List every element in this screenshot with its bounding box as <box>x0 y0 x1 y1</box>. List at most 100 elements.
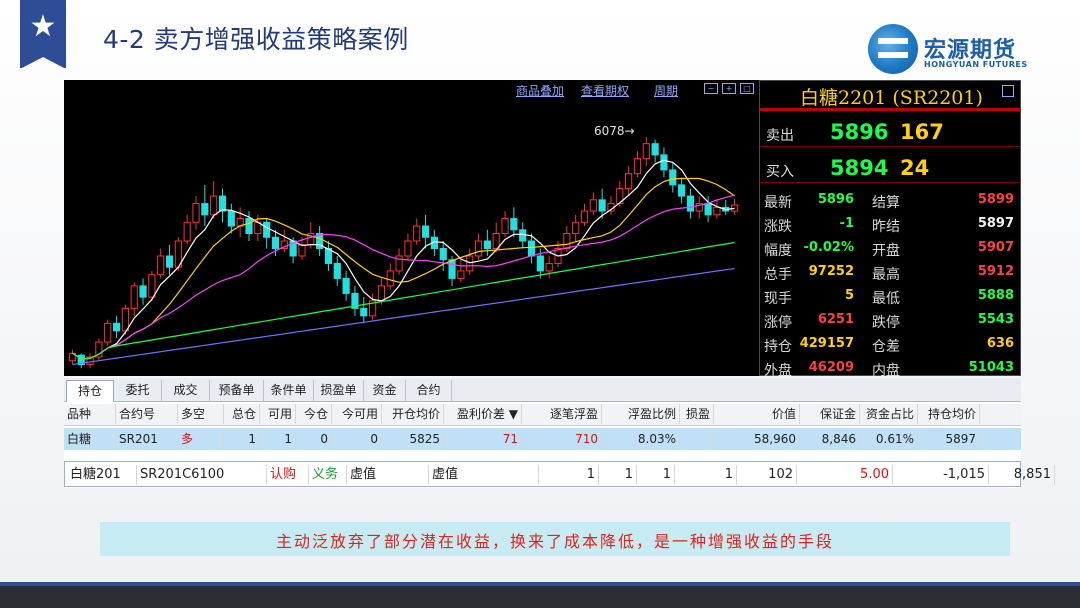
candle-body <box>633 158 642 175</box>
candle-body <box>360 307 368 317</box>
table-cell: 8.03% <box>602 429 680 449</box>
expand-icon[interactable]: □ <box>740 83 754 94</box>
zoom-in-icon[interactable]: + <box>722 83 736 94</box>
candle-body <box>439 247 447 261</box>
quote-stat-label: 幅度 <box>764 243 792 259</box>
table-cell: 白糖 <box>64 429 116 449</box>
table-cell: 0 <box>296 429 332 449</box>
table-cell: 保证金 <box>800 404 860 424</box>
candle-body <box>271 236 280 249</box>
overlay-commodity-link[interactable]: 商品叠加 <box>516 82 564 99</box>
ask-row[interactable]: 卖出 5896 167 <box>760 119 1020 147</box>
tab-item[interactable]: 委托 <box>114 380 162 402</box>
candle-body <box>501 218 509 235</box>
quote-stat-value: -1 <box>839 216 854 231</box>
table-cell: 总仓 <box>224 404 260 424</box>
ma-line <box>72 177 735 360</box>
quote-panel: 白糖2201 (SR2201) 卖出 5896 167 买入 5894 24 最… <box>759 80 1021 379</box>
candle-body <box>466 255 474 272</box>
tab-item[interactable]: 条件单 <box>264 380 314 402</box>
quote-row: 幅度 -0.02% 开盘 5907 <box>760 237 1020 261</box>
tab-positions[interactable]: 持仓 <box>66 380 114 402</box>
tab-item[interactable]: 资金 <box>364 380 406 402</box>
candlestick-chart[interactable]: 6078→ <box>64 100 759 376</box>
slide-title: 4-2 卖方增强收益策略案例 <box>103 25 409 54</box>
ask-price: 5896 <box>830 120 889 144</box>
candle-body <box>386 270 394 287</box>
table-cell: 8,846 <box>800 429 860 449</box>
tab-item[interactable]: 成交 <box>162 380 210 402</box>
table-cell: 58,960 <box>714 429 800 449</box>
table-cell: 1 <box>675 465 737 485</box>
zoom-out-icon[interactable]: − <box>704 83 718 94</box>
table-cell: 1 <box>637 465 675 485</box>
candle-body <box>492 233 500 249</box>
table-cell: 5.00 <box>797 465 893 485</box>
table-cell: 虚值 <box>429 465 539 485</box>
table-cell: 盈利价差 ▼ <box>444 404 522 424</box>
quote-stat-value: 97252 <box>808 264 854 279</box>
candle-body <box>421 225 430 238</box>
candle-body <box>527 240 536 257</box>
callout-box: 主动泛放弃了部分潜在收益，换来了成本降低，是一种增强收益的手段 <box>100 522 1010 556</box>
candle-body <box>298 244 306 257</box>
quote-stat-label: 开盘 <box>872 243 900 259</box>
quote-stat-label: 最新 <box>764 195 792 211</box>
candle-body <box>183 221 191 242</box>
table-cell: 损盈 <box>680 404 714 424</box>
candle-body <box>139 285 147 298</box>
candle-body <box>642 143 650 160</box>
table-cell: 持仓均价 <box>918 404 980 424</box>
quote-row: 总手 97252 最高 5912 <box>760 261 1020 285</box>
candle-body <box>210 195 218 216</box>
candle-body <box>148 274 156 298</box>
bid-label: 买入 <box>766 164 794 180</box>
table-cell: 0 <box>332 429 382 449</box>
tab-item[interactable]: 预备单 <box>210 380 264 402</box>
bid-price: 5894 <box>830 156 889 180</box>
bid-row[interactable]: 买入 5894 24 <box>760 155 1020 183</box>
quote-stat-value: 5897 <box>977 216 1014 231</box>
candle-body <box>165 255 174 268</box>
table-cell: 品种 <box>64 404 116 424</box>
table-cell: 多空 <box>178 404 224 424</box>
view-options-link[interactable]: 查看期权 <box>581 82 629 99</box>
footer-band <box>0 586 1080 608</box>
candle-body <box>112 322 121 332</box>
table-cell: 可用 <box>260 404 296 424</box>
tab-item[interactable]: 合约 <box>406 380 452 402</box>
quote-stat-label: 昨结 <box>872 219 900 235</box>
peak-price-label: 6078→ <box>594 124 635 138</box>
quote-row: 持仓 429157 仓差 636 <box>760 333 1020 357</box>
positions-table: 品种 合约号 多空 总仓 可用 今仓 今可用 开仓均价 盈利价差 ▼ 逐笔浮盈 浮盈比例 损盈 价值 保证… <box>64 402 1055 488</box>
quote-stat-value: 5899 <box>977 192 1014 207</box>
table-cell: 义务 <box>309 465 347 485</box>
candle-body <box>218 195 227 212</box>
quote-stat-value: 5912 <box>977 264 1014 279</box>
quote-stat-value: 636 <box>986 336 1014 351</box>
candle-body <box>678 184 686 197</box>
tab-item[interactable]: 损盈单 <box>314 380 364 402</box>
table-cell: SR201 <box>116 429 178 449</box>
candle-body <box>404 240 412 257</box>
ask-volume: 167 <box>900 120 944 144</box>
ma-line <box>72 267 735 366</box>
quote-stat-value: 429157 <box>799 336 854 351</box>
slide: ★ 4-2 卖方增强收益策略案例 宏源期货 HONGYUAN FUTURES 商… <box>0 0 1080 608</box>
ask-label: 卖出 <box>766 128 794 144</box>
candle-body <box>713 206 721 216</box>
table-cell: 0.61% <box>860 429 918 449</box>
maximize-icon[interactable] <box>1002 85 1014 97</box>
bid-volume: 24 <box>900 156 930 180</box>
candle-body <box>625 173 633 190</box>
company-logo: 宏源期货 HONGYUAN FUTURES <box>866 24 1046 80</box>
quote-stat-label: 总手 <box>764 267 792 283</box>
period-link[interactable]: 周期 <box>654 82 678 99</box>
quote-stat-label: 涨跌 <box>764 219 792 235</box>
candle-body <box>651 143 659 156</box>
candle-body <box>413 225 421 242</box>
table-row[interactable]: 白糖 SR201 多 1 1 0 0 5825 71 710 8.03% 58,960 8,846 0.6… <box>64 428 1021 450</box>
table-row[interactable]: 白糖201 SR201C6100 认购 义务 虚值 虚值 1 1 1 1 102 5.00 -1,015… <box>64 461 1055 487</box>
candle-body <box>227 210 235 227</box>
quote-stat-value: 6251 <box>817 312 854 327</box>
